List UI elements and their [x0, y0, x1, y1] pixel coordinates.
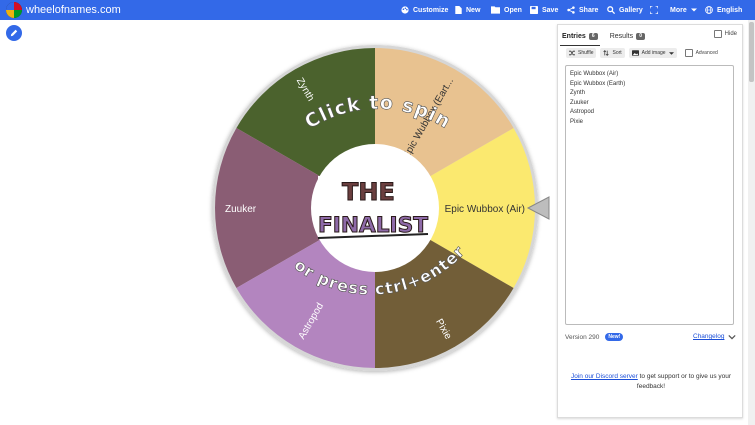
discord-message: Join our Discord server to get support o… — [568, 372, 734, 391]
shuffle-label: Shuffle — [578, 50, 594, 56]
hide-label: Hide — [724, 31, 737, 37]
changelog-link[interactable]: Changelog — [693, 333, 724, 340]
logo-text-finalist: FINALIST — [318, 213, 429, 237]
new-badge: New! — [605, 333, 624, 341]
entry-line: Zynth — [570, 90, 586, 96]
shuffle-button[interactable]: Shuffle — [566, 48, 597, 58]
tab-entries[interactable]: Entries 6 — [560, 29, 600, 46]
image-icon — [631, 50, 639, 56]
wheel-segment-label: Epic Wubbox (Air) — [445, 204, 525, 215]
entry-line: Zuuker — [570, 99, 589, 106]
logo-text-the: THE — [342, 178, 395, 206]
page-scrollbar[interactable] — [748, 20, 755, 425]
hide-toggle[interactable]: Hide — [713, 30, 737, 38]
sort-label: Sort — [612, 50, 622, 56]
results-count-badge: 0 — [636, 32, 646, 40]
entry-line: Pixie — [570, 118, 584, 125]
wheel-segment-label: Zuuker — [225, 204, 257, 215]
chevron-down-icon — [668, 51, 674, 55]
advanced-toggle[interactable]: Advanced — [684, 49, 718, 57]
tab-entries-label: Entries — [562, 32, 586, 40]
add-image-button[interactable]: Add image — [628, 48, 677, 58]
hide-checkbox[interactable] — [713, 30, 722, 38]
advanced-checkbox[interactable] — [684, 49, 693, 57]
add-image-label: Add image — [641, 50, 666, 56]
entries-panel: Entries 6 Results 0 Hide Shuffle Sort Ad… — [557, 24, 743, 418]
shuffle-icon — [569, 50, 575, 56]
tab-results[interactable]: Results 0 — [609, 29, 646, 43]
entries-toolbar: Shuffle Sort Add image Advanced — [566, 48, 718, 58]
scrollbar-thumb[interactable] — [749, 22, 754, 82]
sort-icon — [603, 50, 610, 56]
entry-line: Epic Wubbox (Earth) — [570, 80, 626, 87]
entries-count-badge: 6 — [588, 32, 598, 40]
discord-link[interactable]: Join our Discord server — [571, 373, 638, 380]
panel-tabs: Entries 6 Results 0 — [560, 29, 646, 46]
discord-text: to get support or to give us your feedba… — [636, 373, 732, 390]
tab-results-label: Results — [609, 32, 634, 40]
center-logo: THE FINALIST — [318, 176, 429, 239]
entry-line: Astropod — [570, 109, 595, 115]
chevron-down-icon[interactable] — [728, 333, 736, 341]
version-row: Version 290 New! — [565, 333, 624, 341]
version-text: Version 290 — [565, 333, 600, 341]
entries-textarea[interactable]: Epic Wubbox (Air) Epic Wubbox (Earth) Zy… — [565, 65, 734, 325]
sort-button[interactable]: Sort — [600, 48, 625, 58]
entry-line: Epic Wubbox (Air) — [570, 71, 619, 77]
advanced-label: Advanced — [695, 50, 718, 56]
